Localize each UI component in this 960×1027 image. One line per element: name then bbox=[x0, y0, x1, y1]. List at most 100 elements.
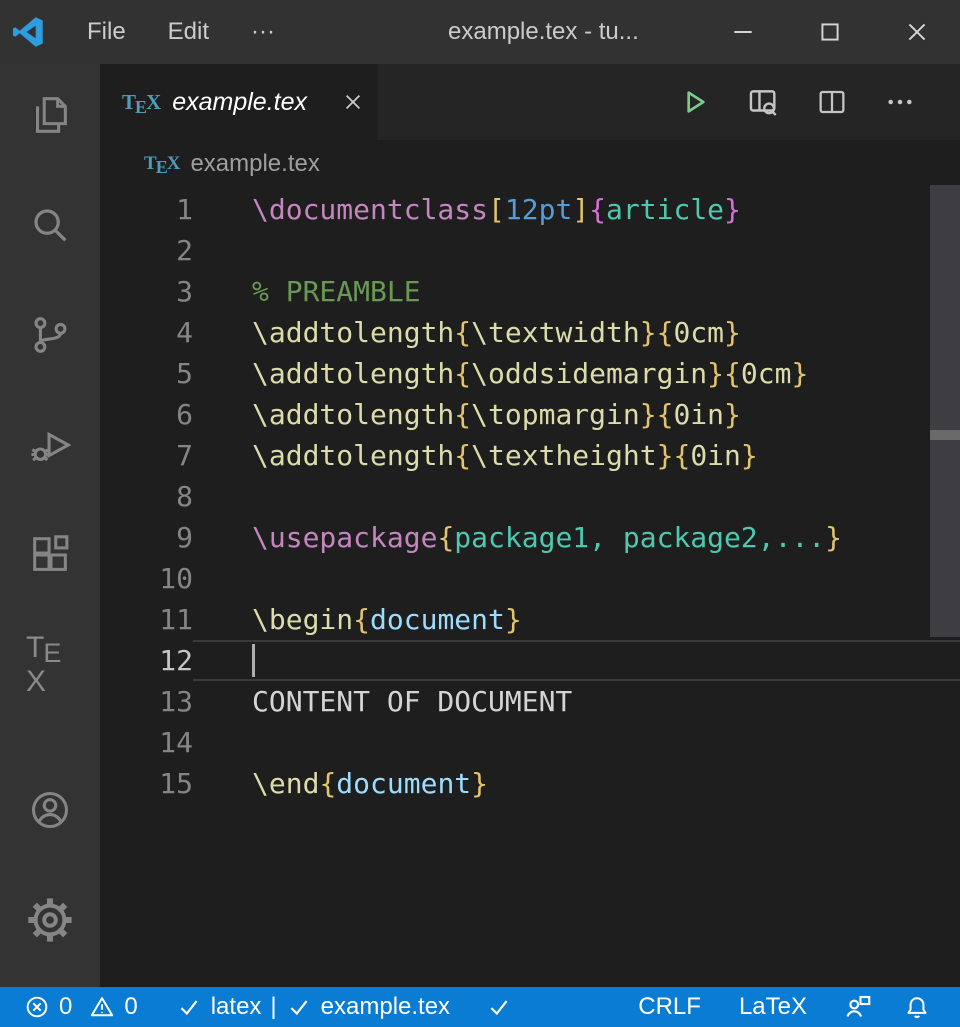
code-line[interactable]: 11\begin{document} bbox=[100, 599, 960, 640]
code-token: } bbox=[741, 439, 758, 472]
code-line[interactable]: 14 bbox=[100, 722, 960, 763]
line-content[interactable] bbox=[193, 558, 960, 599]
code-line[interactable]: 3% PREAMBLE bbox=[100, 271, 960, 312]
menubar: File Edit ··· bbox=[66, 0, 296, 64]
line-number: 9 bbox=[100, 521, 193, 554]
file-label: example.tex bbox=[321, 993, 450, 1021]
line-content[interactable]: \usepackage{package1, package2,...} bbox=[193, 517, 960, 558]
feedback-button[interactable] bbox=[828, 987, 888, 1027]
line-content[interactable]: \addtolength{\textwidth}{0cm} bbox=[193, 312, 960, 353]
eol-indicator[interactable]: CRLF bbox=[623, 987, 716, 1027]
close-window-button[interactable] bbox=[873, 0, 960, 64]
code-token: } bbox=[640, 398, 657, 431]
line-content[interactable]: \addtolength{\topmargin}{0in} bbox=[193, 394, 960, 435]
status-bar: 0 0 latex | example.tex CRLF LaTeX bbox=[0, 987, 960, 1027]
check-icon bbox=[176, 994, 202, 1020]
minimize-button[interactable] bbox=[699, 0, 786, 64]
breadcrumb-item-file[interactable]: example.tex bbox=[190, 150, 319, 178]
code-token: } bbox=[724, 316, 741, 349]
code-token: { bbox=[454, 357, 471, 390]
code-line[interactable]: 10 bbox=[100, 558, 960, 599]
latex-preview-icon[interactable] bbox=[746, 85, 780, 119]
line-content[interactable] bbox=[193, 722, 960, 763]
code-token: 12pt bbox=[505, 193, 572, 226]
check-icon bbox=[486, 994, 512, 1020]
code-token: { bbox=[673, 439, 690, 472]
source-control-icon bbox=[27, 312, 73, 358]
code-line[interactable]: 7\addtolength{\textheight}{0in} bbox=[100, 435, 960, 476]
split-editor-icon[interactable] bbox=[816, 86, 848, 118]
explorer-icon bbox=[27, 92, 73, 138]
line-content[interactable]: \documentclass[12pt]{article} bbox=[193, 189, 960, 230]
accounts-button[interactable] bbox=[26, 786, 74, 834]
latex-build-status[interactable]: latex | example.tex bbox=[166, 987, 460, 1027]
code-token: } bbox=[471, 767, 488, 800]
activity-bar: TEX bbox=[0, 64, 100, 987]
latex-workshop-button[interactable]: TEX bbox=[26, 641, 74, 689]
run-latex-icon[interactable] bbox=[678, 86, 710, 118]
code-line[interactable]: 9\usepackage{package1, package2,...} bbox=[100, 517, 960, 558]
code-line[interactable]: 6\addtolength{\topmargin}{0in} bbox=[100, 394, 960, 435]
code-token: package1, package2,... bbox=[454, 521, 825, 554]
language-mode[interactable]: LaTeX bbox=[724, 987, 822, 1027]
code-token: } bbox=[791, 357, 808, 390]
menu-file[interactable]: File bbox=[66, 0, 147, 64]
code-line[interactable]: 15\end{document} bbox=[100, 763, 960, 804]
code-token: \addtolength bbox=[252, 439, 454, 472]
more-actions-icon[interactable] bbox=[884, 86, 916, 118]
line-content[interactable]: % PREAMBLE bbox=[193, 271, 960, 312]
code-token: { bbox=[454, 398, 471, 431]
tab-label: example.tex bbox=[172, 88, 330, 117]
code-token: \begin bbox=[252, 603, 353, 636]
code-line[interactable]: 13CONTENT OF DOCUMENT bbox=[100, 681, 960, 722]
code-line[interactable]: 4\addtolength{\textwidth}{0cm} bbox=[100, 312, 960, 353]
problems-status[interactable]: 0 0 bbox=[14, 987, 148, 1027]
tab-bar: TEX example.tex bbox=[100, 64, 960, 140]
feedback-icon bbox=[843, 992, 873, 1022]
code-token: { bbox=[724, 357, 741, 390]
code-token: \usepackage bbox=[252, 521, 437, 554]
settings-button[interactable] bbox=[26, 896, 74, 944]
tex-file-icon: TEX bbox=[144, 153, 179, 175]
code-line[interactable]: 1\documentclass[12pt]{article} bbox=[100, 189, 960, 230]
line-number: 11 bbox=[100, 603, 193, 636]
notifications-button[interactable] bbox=[888, 987, 946, 1027]
run-and-debug-button[interactable] bbox=[26, 421, 74, 469]
code-line[interactable]: 8 bbox=[100, 476, 960, 517]
code-token: ] bbox=[572, 193, 589, 226]
lint-status[interactable] bbox=[476, 987, 522, 1027]
editor-actions bbox=[678, 64, 960, 140]
code-token: 0cm bbox=[673, 316, 724, 349]
line-content[interactable]: \begin{document} bbox=[193, 599, 960, 640]
vertical-scrollbar-thumb[interactable] bbox=[930, 185, 960, 637]
code-line[interactable]: 5\addtolength{\oddsidemargin}{0cm} bbox=[100, 353, 960, 394]
code-token: { bbox=[454, 439, 471, 472]
code-line[interactable]: 12 bbox=[100, 640, 960, 681]
code-token: { bbox=[437, 521, 454, 554]
code-token: { bbox=[454, 316, 471, 349]
source-control-button[interactable] bbox=[26, 311, 74, 359]
menu-overflow[interactable]: ··· bbox=[230, 0, 296, 64]
extensions-button[interactable] bbox=[26, 531, 74, 579]
line-content[interactable] bbox=[193, 640, 960, 681]
close-tab-icon[interactable] bbox=[342, 91, 364, 113]
vscode-logo-icon bbox=[12, 16, 44, 48]
line-content[interactable] bbox=[193, 230, 960, 271]
line-content[interactable]: \end{document} bbox=[193, 763, 960, 804]
explorer-button[interactable] bbox=[26, 91, 74, 139]
code-token: } bbox=[724, 193, 741, 226]
code-line[interactable]: 2 bbox=[100, 230, 960, 271]
line-content[interactable]: \addtolength{\textheight}{0in} bbox=[193, 435, 960, 476]
line-content[interactable]: CONTENT OF DOCUMENT bbox=[193, 681, 960, 722]
code-editor[interactable]: 1\documentclass[12pt]{article}23% PREAMB… bbox=[100, 187, 960, 987]
maximize-button[interactable] bbox=[786, 0, 873, 64]
editor-group: TEX example.tex TEX example.tex bbox=[100, 64, 960, 987]
status-separator: | bbox=[270, 993, 276, 1021]
line-number: 15 bbox=[100, 767, 193, 800]
tab-example-tex[interactable]: TEX example.tex bbox=[100, 64, 378, 140]
maximize-icon bbox=[817, 19, 843, 45]
search-button[interactable] bbox=[26, 201, 74, 249]
menu-edit[interactable]: Edit bbox=[147, 0, 230, 64]
line-content[interactable] bbox=[193, 476, 960, 517]
line-content[interactable]: \addtolength{\oddsidemargin}{0cm} bbox=[193, 353, 960, 394]
